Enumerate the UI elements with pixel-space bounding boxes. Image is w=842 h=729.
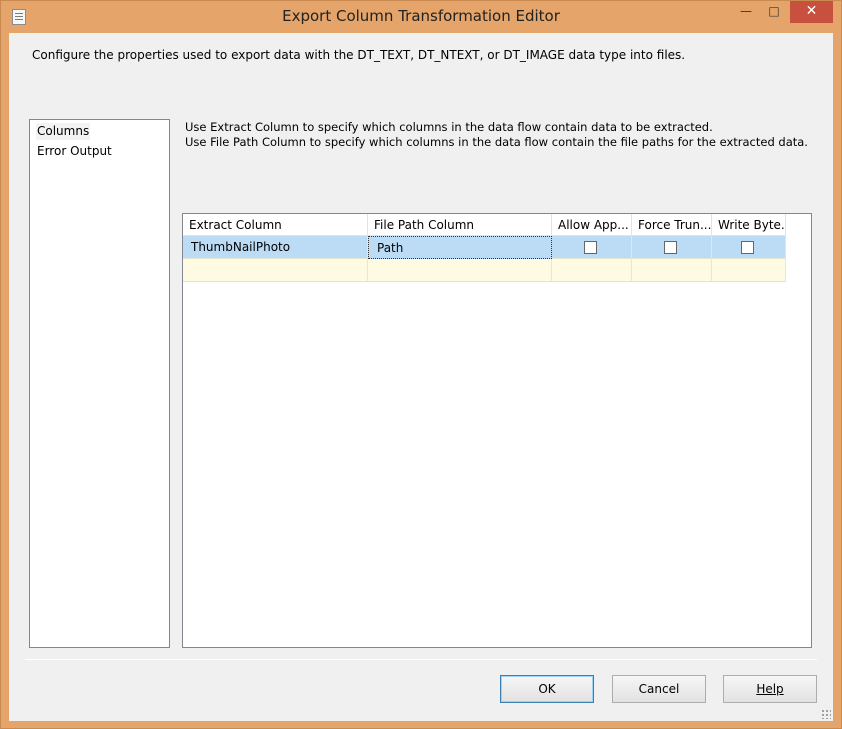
page-navigation-list: Columns Error Output bbox=[29, 119, 170, 648]
title-bar[interactable]: Export Column Transformation Editor — □ … bbox=[1, 1, 841, 33]
force-truncate-cell[interactable] bbox=[632, 236, 712, 259]
new-row-force-truncate-cell[interactable] bbox=[632, 259, 712, 282]
resize-grip-icon[interactable] bbox=[821, 709, 831, 719]
new-row-file-path-column-cell[interactable] bbox=[368, 259, 552, 282]
new-row-extract-column-cell[interactable] bbox=[183, 259, 368, 282]
column-header-extract-column[interactable]: Extract Column bbox=[183, 214, 368, 236]
minimize-button[interactable]: — bbox=[732, 1, 760, 23]
allow-append-checkbox[interactable] bbox=[584, 241, 597, 254]
window-title: Export Column Transformation Editor bbox=[282, 7, 560, 25]
dialog-body: Configure the properties used to export … bbox=[9, 33, 833, 721]
dialog-description: Configure the properties used to export … bbox=[32, 48, 686, 62]
close-button[interactable]: ✕ bbox=[790, 1, 833, 23]
column-header-force-truncate[interactable]: Force Trun... bbox=[632, 214, 712, 236]
instruction-extract-column: Use Extract Column to specify which colu… bbox=[185, 120, 713, 134]
new-row-write-bom-cell[interactable] bbox=[712, 259, 786, 282]
allow-append-cell[interactable] bbox=[552, 236, 632, 259]
columns-grid[interactable]: Extract Column File Path Column Allow Ap… bbox=[182, 213, 812, 648]
ok-button[interactable]: OK bbox=[500, 675, 594, 703]
file-path-column-cell[interactable]: Path bbox=[368, 236, 552, 259]
instruction-file-path-column: Use File Path Column to specify which co… bbox=[185, 135, 808, 149]
table-row[interactable]: ThumbNailPhoto Path bbox=[183, 236, 786, 259]
new-row-allow-append-cell[interactable] bbox=[552, 259, 632, 282]
column-header-allow-append[interactable]: Allow App... bbox=[552, 214, 632, 236]
help-button[interactable]: Help bbox=[723, 675, 817, 703]
dialog-window: Export Column Transformation Editor — □ … bbox=[0, 0, 842, 729]
column-header-write-bom[interactable]: Write Byte... bbox=[712, 214, 786, 236]
force-truncate-checkbox[interactable] bbox=[664, 241, 677, 254]
button-separator bbox=[25, 659, 817, 660]
nav-item-error-output[interactable]: Error Output bbox=[36, 143, 113, 160]
nav-item-columns[interactable]: Columns bbox=[36, 123, 91, 140]
write-bom-checkbox[interactable] bbox=[741, 241, 754, 254]
help-button-label: Help bbox=[756, 682, 784, 696]
new-row[interactable] bbox=[183, 259, 786, 282]
cancel-button[interactable]: Cancel bbox=[612, 675, 706, 703]
write-bom-cell[interactable] bbox=[712, 236, 786, 259]
column-header-file-path-column[interactable]: File Path Column bbox=[368, 214, 552, 236]
maximize-button[interactable]: □ bbox=[760, 1, 788, 23]
extract-column-cell[interactable]: ThumbNailPhoto bbox=[183, 236, 368, 259]
